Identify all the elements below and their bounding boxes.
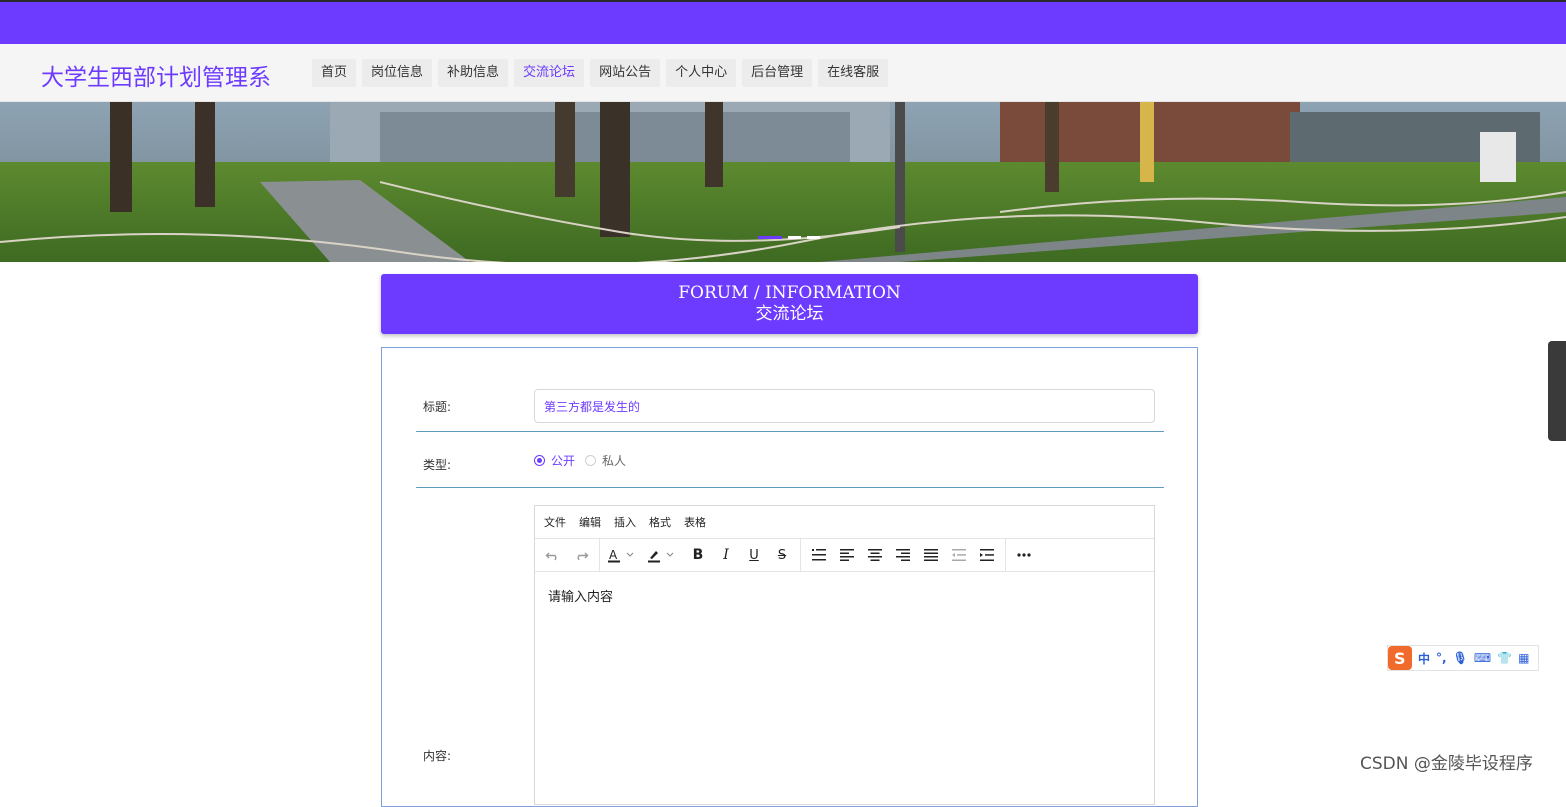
editor-menubar: 文件 编辑 插入 格式 表格	[535, 506, 1154, 539]
sogou-logo-icon[interactable]: S	[1388, 646, 1412, 670]
highlight-color-icon[interactable]	[644, 542, 684, 568]
radio-circle	[534, 455, 545, 466]
carousel-indicators	[758, 236, 820, 239]
align-right-icon[interactable]	[889, 542, 917, 568]
toolbar-separator	[1005, 539, 1006, 571]
svg-text:A: A	[609, 548, 618, 562]
editor-content-area[interactable]: 请输入内容	[535, 572, 1154, 619]
nav-item-announcements[interactable]: 网站公告	[590, 59, 661, 87]
carousel-dot[interactable]	[758, 236, 782, 239]
ime-punctuation-icon[interactable]: °,	[1436, 651, 1447, 665]
ime-toolbox-icon[interactable]: ▦	[1518, 651, 1529, 665]
top-accent-bar	[0, 0, 1566, 44]
editor-toolbar: A B I U S	[535, 539, 1154, 572]
underline-icon[interactable]: U	[740, 542, 768, 568]
main-nav: 首页 岗位信息 补助信息 交流论坛 网站公告 个人中心 后台管理 在线客服	[312, 59, 894, 87]
font-color-icon[interactable]: A	[604, 542, 644, 568]
divider	[416, 487, 1164, 488]
toolbar-separator	[800, 539, 801, 571]
nav-item-subsidy[interactable]: 补助信息	[438, 59, 509, 87]
post-form: 标题: 类型: 公开 私人 内容: 文件 编辑 插入 格式 表格	[381, 347, 1198, 807]
align-justify-icon[interactable]	[917, 542, 945, 568]
strikethrough-icon[interactable]: S	[768, 542, 796, 568]
menu-format[interactable]: 格式	[649, 514, 671, 530]
forum-header: FORUM / INFORMATION 交流论坛	[381, 274, 1198, 334]
undo-icon[interactable]	[539, 542, 567, 568]
align-center-icon[interactable]	[861, 542, 889, 568]
redo-icon[interactable]	[567, 542, 595, 568]
editor-placeholder: 请输入内容	[548, 590, 614, 605]
list-icon[interactable]	[805, 542, 833, 568]
forum-title-en: FORUM / INFORMATION	[678, 283, 901, 303]
bold-icon[interactable]: B	[684, 542, 712, 568]
nav-item-home[interactable]: 首页	[312, 59, 357, 87]
italic-icon[interactable]: I	[712, 542, 740, 568]
site-title[interactable]: 大学生西部计划管理系	[41, 58, 271, 92]
ime-toolbar: S 中 °, 🎙 ⌨ 👕 ▦	[1387, 645, 1539, 671]
ime-skin-icon[interactable]: 👕	[1497, 651, 1512, 665]
nav-item-profile[interactable]: 个人中心	[666, 59, 737, 87]
indent-icon[interactable]	[973, 542, 1001, 568]
ime-chinese-mode[interactable]: 中	[1418, 650, 1430, 667]
menu-file[interactable]: 文件	[544, 514, 566, 530]
toolbar-separator	[599, 539, 600, 571]
rich-text-editor: 文件 编辑 插入 格式 表格 A B I U S 请输入内容	[534, 505, 1155, 805]
radio-label: 私人	[602, 454, 627, 468]
side-drawer-tab[interactable]	[1548, 341, 1566, 441]
menu-insert[interactable]: 插入	[614, 514, 636, 530]
content-label: 内容:	[423, 749, 452, 763]
menu-table[interactable]: 表格	[684, 514, 706, 530]
radio-private[interactable]: 私人	[585, 452, 626, 469]
nav-item-support[interactable]: 在线客服	[818, 59, 889, 87]
navbar: 大学生西部计划管理系 首页 岗位信息 补助信息 交流论坛 网站公告 个人中心 后…	[0, 44, 1566, 102]
nav-item-admin[interactable]: 后台管理	[742, 59, 813, 87]
title-input[interactable]	[534, 389, 1155, 423]
type-radio-group: 公开 私人	[534, 452, 636, 469]
svg-text:S: S	[1394, 649, 1406, 668]
carousel-dot[interactable]	[807, 236, 820, 239]
divider	[416, 431, 1164, 432]
radio-label: 公开	[551, 454, 576, 468]
forum-title-cn: 交流论坛	[755, 304, 824, 324]
radio-public[interactable]: 公开	[534, 452, 575, 469]
menu-edit[interactable]: 编辑	[579, 514, 601, 530]
type-label: 类型:	[423, 458, 452, 472]
outdent-icon[interactable]	[945, 542, 973, 568]
align-left-icon[interactable]	[833, 542, 861, 568]
more-icon[interactable]	[1010, 542, 1038, 568]
carousel-dot[interactable]	[788, 236, 801, 239]
title-label: 标题:	[423, 400, 452, 414]
nav-item-jobs[interactable]: 岗位信息	[362, 59, 433, 87]
watermark: CSDN @金陵毕设程序	[1360, 754, 1533, 774]
ime-voice-icon[interactable]: 🎙	[1453, 651, 1468, 665]
ime-keyboard-icon[interactable]: ⌨	[1474, 651, 1491, 665]
nav-item-forum[interactable]: 交流论坛	[514, 59, 585, 87]
radio-circle	[585, 455, 597, 466]
